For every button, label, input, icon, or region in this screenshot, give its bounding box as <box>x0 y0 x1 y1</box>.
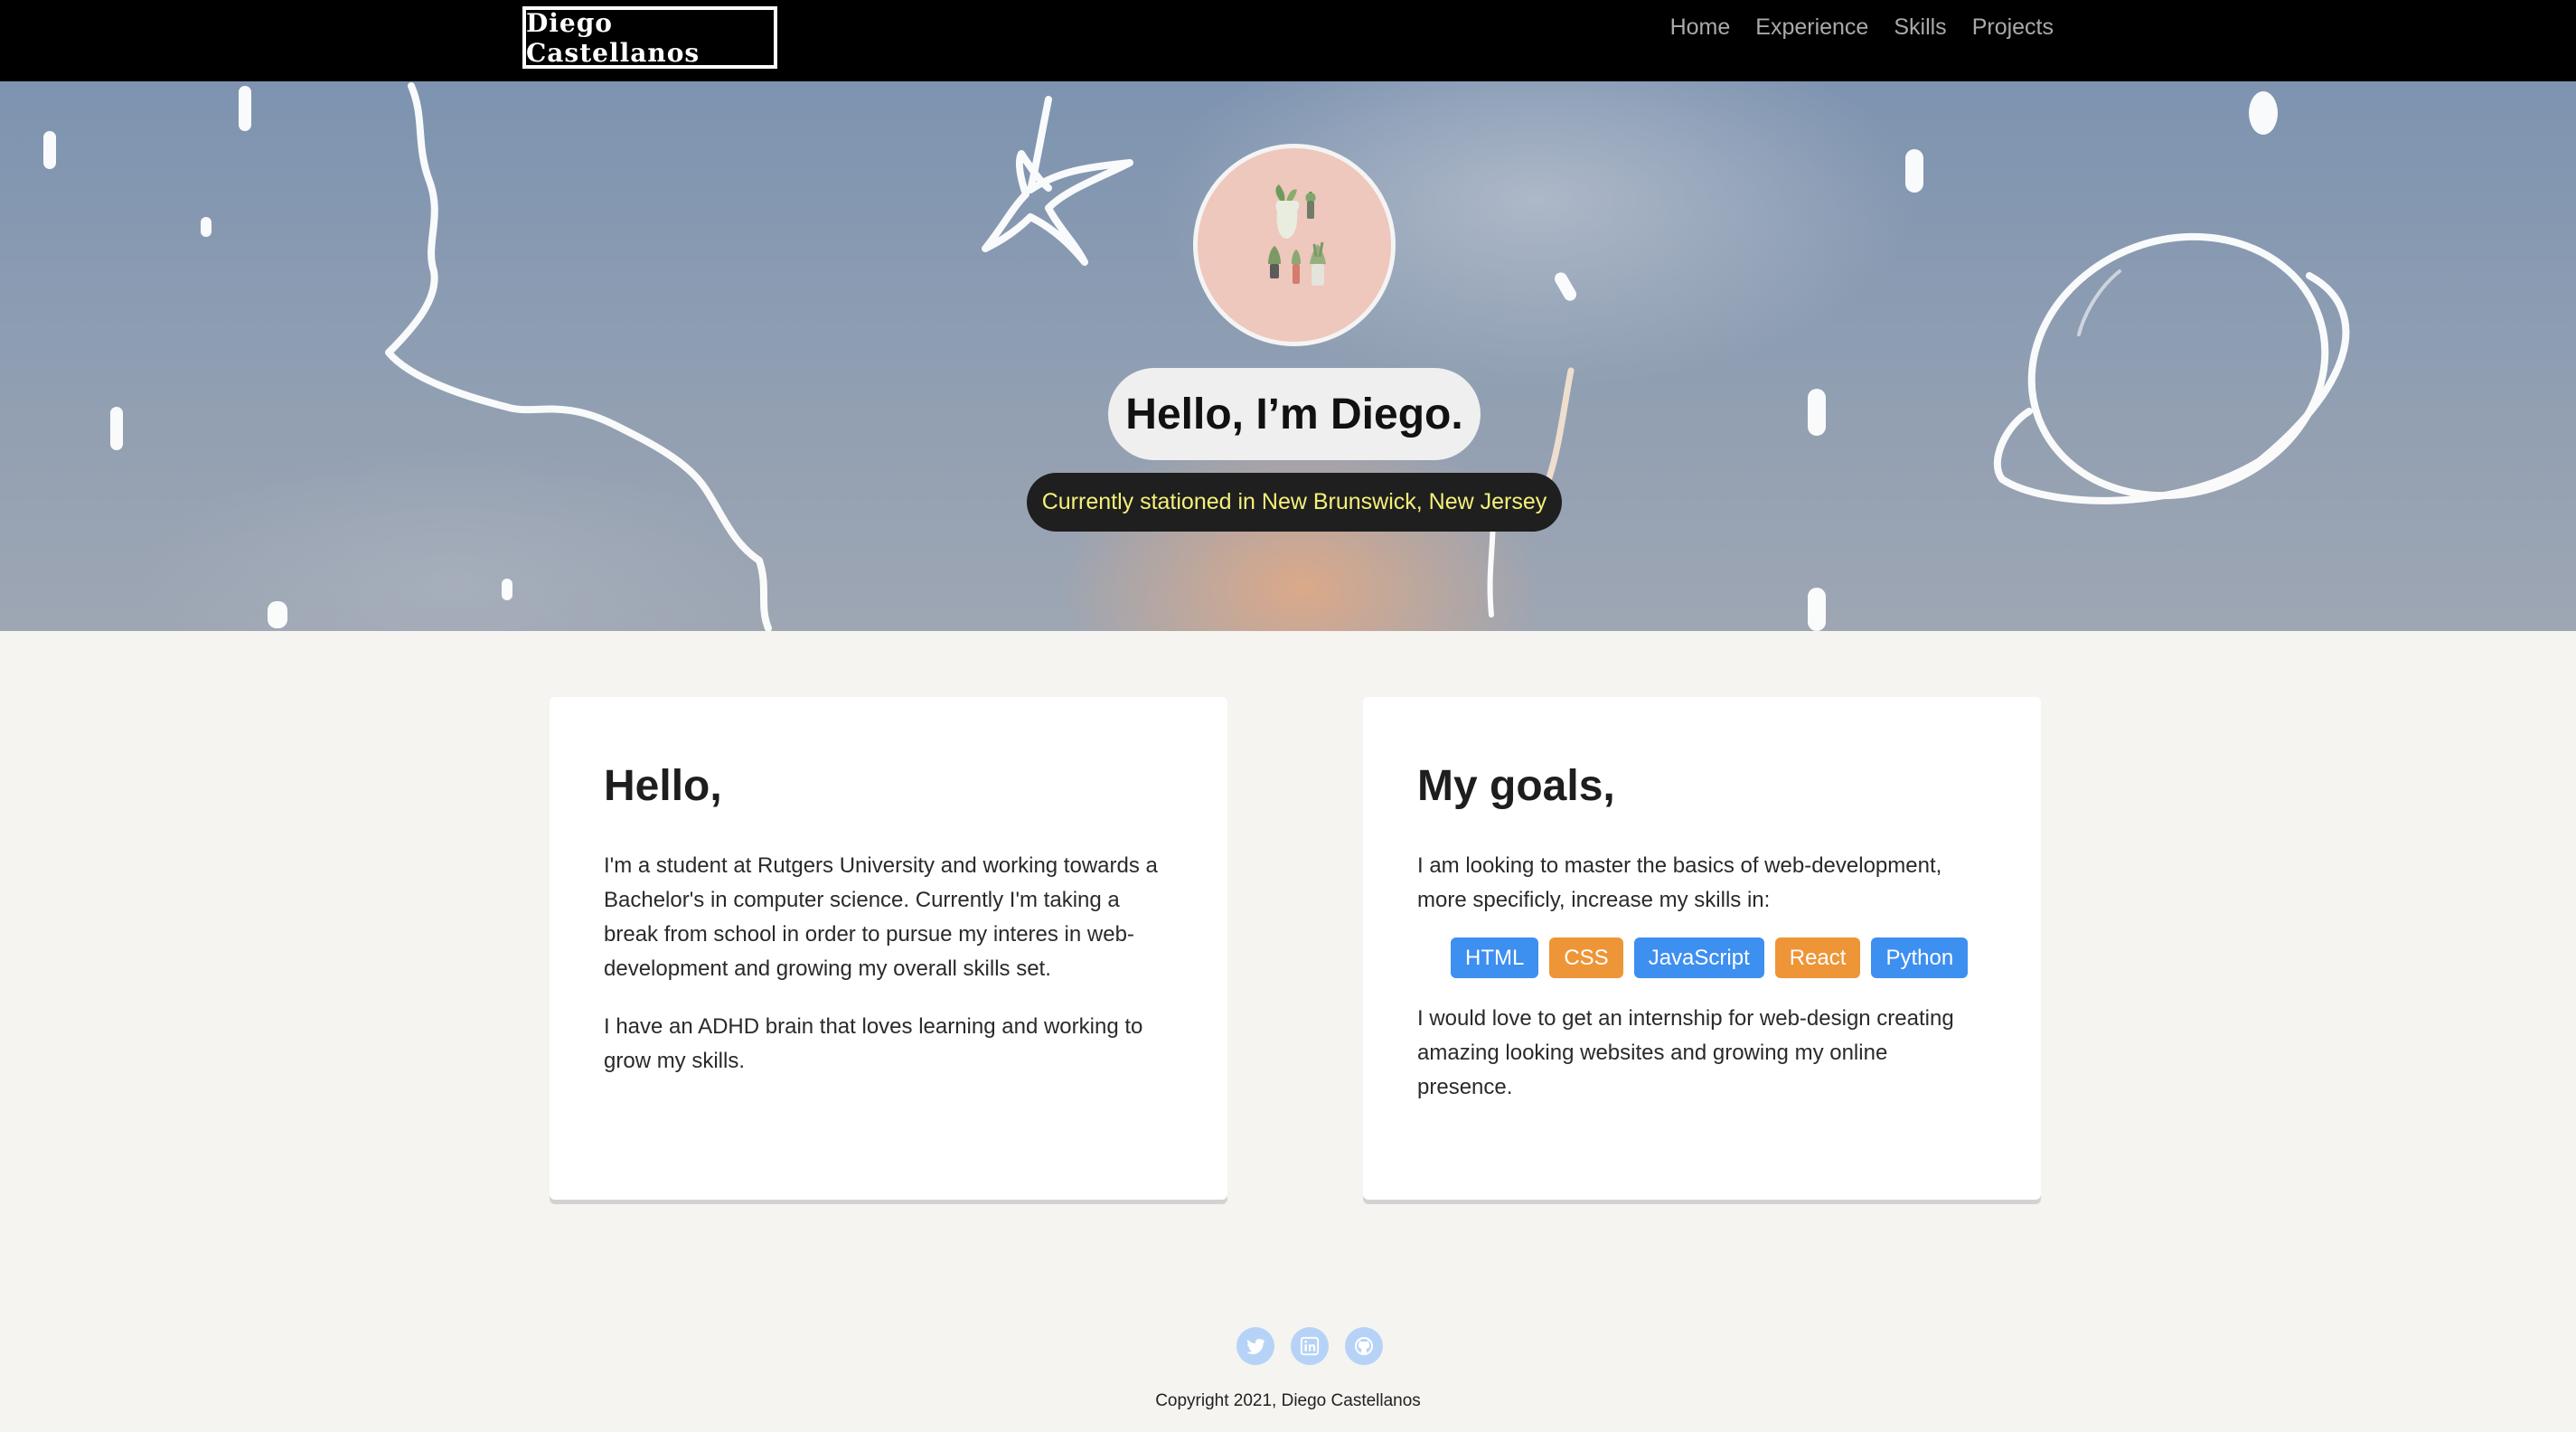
about-card: Hello, I'm a student at Rutgers Universi… <box>550 697 1227 1200</box>
hero-title: Hello, I’m Diego. <box>1108 368 1481 460</box>
avatar <box>1193 144 1396 346</box>
skill-chip-css: CSS <box>1549 937 1623 978</box>
nav-link-home[interactable]: Home <box>1670 13 1731 42</box>
nav-link-experience[interactable]: Experience <box>1755 13 1868 42</box>
twitter-icon <box>1246 1338 1264 1354</box>
goals-outro: I would love to get an internship for we… <box>1417 1006 1954 1099</box>
goals-heading: My goals, <box>1417 762 1615 810</box>
skill-chip-javascript: JavaScript <box>1633 937 1764 978</box>
goals-intro: I am looking to master the basics of web… <box>1417 853 1942 912</box>
skill-chip-python: Python <box>1871 937 1969 978</box>
skill-chip-html: HTML <box>1451 937 1539 978</box>
skill-chip-react: React <box>1774 937 1861 978</box>
about-heading: Hello, <box>604 762 722 810</box>
github-icon <box>1355 1337 1373 1355</box>
hero-banner: Hello, I’m Diego. Currently stationed in… <box>0 81 2576 631</box>
nav-links: Home Experience Skills Projects <box>1670 13 2054 42</box>
navbar: Diego Castellanos Home Experience Skills… <box>0 0 2576 81</box>
nav-link-projects[interactable]: Projects <box>1972 13 2054 42</box>
github-link[interactable] <box>1345 1327 1383 1365</box>
nav-link-skills[interactable]: Skills <box>1894 13 1946 42</box>
about-paragraph: I have an ADHD brain that loves learning… <box>604 1014 1143 1073</box>
twitter-link[interactable] <box>1236 1327 1274 1365</box>
potted-plants-icon <box>1268 184 1326 286</box>
doodle-line-left <box>385 82 772 631</box>
hero-location-badge: Currently stationed in New Brunswick, Ne… <box>1027 473 1562 532</box>
planet-doodle <box>2027 232 2329 500</box>
star-doodle <box>982 96 1133 266</box>
about-paragraph: I'm a student at Rutgers University and … <box>604 853 1158 981</box>
linkedin-icon <box>1300 1336 1320 1356</box>
linkedin-link[interactable] <box>1291 1327 1329 1365</box>
social-links <box>1236 1327 1383 1365</box>
goals-card: My goals, I am looking to master the bas… <box>1363 697 2041 1200</box>
dash-doodle <box>239 86 251 131</box>
brand-logo[interactable]: Diego Castellanos <box>522 6 777 69</box>
copyright-text: Copyright 2021, Diego Castellanos <box>1155 1391 1421 1410</box>
skill-chips: HTML CSS JavaScript React Python <box>1451 937 1987 978</box>
